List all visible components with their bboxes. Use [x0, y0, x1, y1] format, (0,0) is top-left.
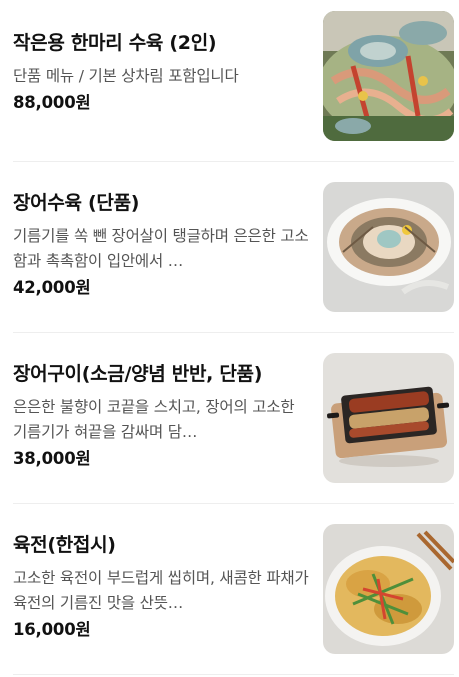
- beef-jeon-plate-photo[interactable]: [323, 524, 454, 654]
- eel-boiled-plate-photo[interactable]: [323, 182, 454, 312]
- menu-divider: [13, 161, 454, 162]
- menu-divider: [13, 503, 454, 504]
- beef-jeon-plate-image: [323, 524, 454, 654]
- menu-item[interactable]: 작은용 한마리 수육 (2인) 단품 메뉴 / 기본 상차림 포함입니다 88,…: [13, 11, 454, 141]
- menu-item-price: 38,000원: [13, 449, 91, 468]
- menu-item[interactable]: 장어구이(소금/양념 반반, 단품) 은은한 불향이 코끝을 스치고, 장어의 …: [13, 353, 454, 483]
- eel-platter-photo[interactable]: [323, 11, 454, 141]
- menu-divider: [13, 332, 454, 333]
- menu-divider: [13, 674, 454, 675]
- menu-item-name: 장어구이(소금/양념 반반, 단품): [13, 363, 263, 385]
- menu-item[interactable]: 장어수육 (단품) 기름기를 쏙 뺀 장어살이 탱글하며 은은한 고소함과 촉촉…: [13, 182, 454, 312]
- menu-item-description: 은은한 불향이 코끝을 스치고, 장어의 고소한 기름기가 혀끝을 감싸며 담…: [13, 398, 295, 441]
- eel-boiled-plate-image: [323, 182, 454, 312]
- menu-item[interactable]: 육전(한접시) 고소한 육전이 부드럽게 씹히며, 새콤한 파채가 육전의 기름…: [13, 524, 454, 654]
- menu-item-name: 장어수육 (단품): [13, 192, 140, 214]
- menu-item-name: 육전(한접시): [13, 534, 116, 556]
- menu-item-info: 육전(한접시) 고소한 육전이 부드럽게 씹히며, 새콤한 파채가 육전의 기름…: [13, 532, 309, 642]
- grilled-eel-grill-image: [323, 353, 454, 483]
- menu-item-price: 42,000원: [13, 278, 91, 297]
- eel-platter-image: [323, 11, 454, 141]
- menu-item-description: 기름기를 쏙 뺀 장어살이 탱글하며 은은한 고소함과 촉촉함이 입안에서 …: [13, 227, 309, 270]
- grilled-eel-grill-photo[interactable]: [323, 353, 454, 483]
- menu-item-price: 16,000원: [13, 620, 91, 639]
- menu-item-info: 장어구이(소금/양념 반반, 단품) 은은한 불향이 코끝을 스치고, 장어의 …: [13, 361, 309, 471]
- menu-item-description: 단품 메뉴 / 기본 상차림 포함입니다: [13, 67, 239, 85]
- menu-item-price: 88,000원: [13, 93, 91, 112]
- menu-item-name: 작은용 한마리 수육 (2인): [13, 32, 217, 54]
- menu-item-description: 고소한 육전이 부드럽게 씹히며, 새콤한 파채가 육전의 기름진 맛을 산뜻…: [13, 569, 309, 612]
- menu-item-info: 장어수육 (단품) 기름기를 쏙 뺀 장어살이 탱글하며 은은한 고소함과 촉촉…: [13, 190, 309, 300]
- menu-item-info: 작은용 한마리 수육 (2인) 단품 메뉴 / 기본 상차림 포함입니다 88,…: [13, 30, 309, 115]
